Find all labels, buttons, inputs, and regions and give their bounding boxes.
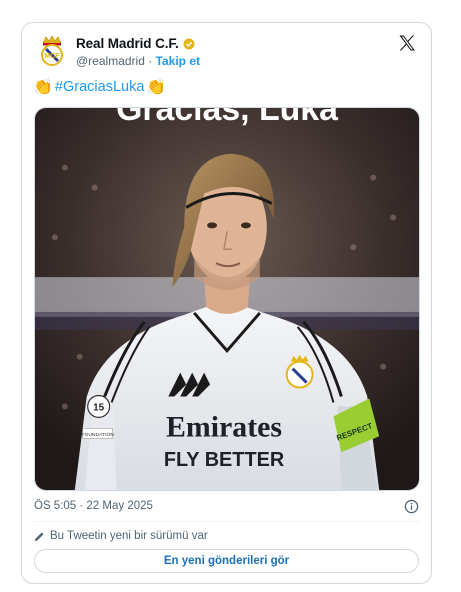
clapping-hands-icon: 👏: [33, 79, 53, 96]
x-logo-icon[interactable]: [397, 33, 417, 53]
clapping-hands-icon: 👏: [146, 79, 167, 96]
pencil-icon: [34, 531, 44, 541]
version-notice: Bu Tweetin yeni bir sürümü var: [34, 530, 208, 542]
shirt-sponsor: Emirates: [166, 410, 282, 443]
sleeve-patch-text: FOUNDATION: [81, 432, 114, 438]
hashtag-link[interactable]: #GraciasLuka: [55, 79, 144, 95]
account-info: Real Madrid C.F. @realmadrid · Takip et: [76, 36, 200, 68]
verified-badge-icon: [183, 38, 195, 49]
tweet-header: MCF Real Madrid C.F. @realmadrid · Takip…: [36, 33, 417, 69]
info-icon[interactable]: [404, 499, 419, 514]
avatar[interactable]: MCF: [36, 33, 68, 69]
account-handle[interactable]: @realmadrid: [76, 54, 145, 68]
version-notice-text: Bu Tweetin yeni bir sürümü var: [50, 530, 208, 542]
tweet-timestamp[interactable]: ÖS 5:05 · 22 May 2025: [34, 500, 153, 512]
tweet-embed-card: MCF Real Madrid C.F. @realmadrid · Takip…: [21, 22, 432, 584]
shirt-sponsor-tagline: FLY BETTER: [164, 449, 284, 471]
follow-button[interactable]: Takip et: [156, 54, 200, 68]
display-name[interactable]: Real Madrid C.F.: [76, 36, 179, 51]
player-photo: Gracias, Luka RESPECT Emirates FLY BETTE…: [35, 108, 419, 490]
real-madrid-crest-icon: MCF: [41, 35, 63, 66]
sleeve-badge-number: 15: [93, 402, 105, 413]
svg-text:MCF: MCF: [44, 53, 60, 60]
separator-dot: ·: [148, 54, 153, 68]
tweet-media-image[interactable]: Gracias, Luka RESPECT Emirates FLY BETTE…: [34, 107, 420, 491]
tweet-meta: ÖS 5:05 · 22 May 2025: [34, 499, 419, 516]
tweet-text: 👏 #GraciasLuka 👏: [33, 77, 166, 97]
overlay-caption: Gracias, Luka: [116, 108, 339, 128]
see-new-posts-button[interactable]: En yeni gönderileri gör: [34, 549, 419, 573]
divider: [34, 521, 419, 522]
